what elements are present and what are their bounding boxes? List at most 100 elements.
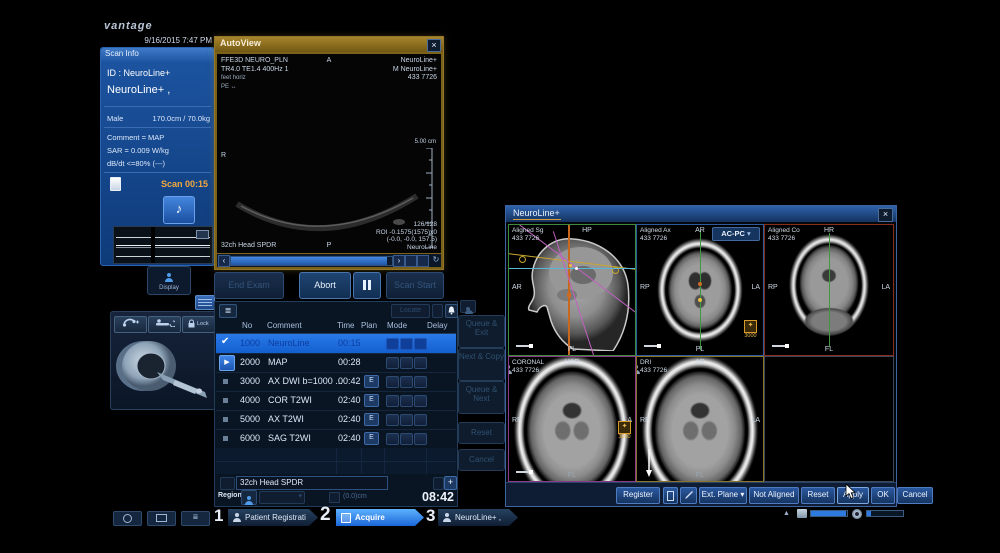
scan-start-button[interactable]: Scan Start xyxy=(386,272,444,299)
mode-icon[interactable] xyxy=(400,433,413,445)
mode-icon[interactable] xyxy=(400,338,413,350)
queue-row[interactable]: 6000 SAG T2WI 02:40 E xyxy=(216,429,456,449)
midline-green[interactable] xyxy=(829,233,830,347)
mode-icon[interactable] xyxy=(400,376,413,388)
line-handle-orange[interactable] xyxy=(567,293,571,297)
pane-aligned-co[interactable]: Aligned Co 433 7726 HR RP LA FL xyxy=(764,224,894,356)
plan-button[interactable]: E xyxy=(364,394,379,407)
status-button-2[interactable] xyxy=(147,511,176,526)
mode-icon[interactable] xyxy=(414,433,427,445)
toolbar-small-button[interactable] xyxy=(432,304,443,318)
view-mode-button[interactable] xyxy=(405,255,417,267)
tray-expand-icon[interactable]: ▲ xyxy=(783,510,790,517)
autoview-image-area[interactable]: FFE3D NEURO_PLN TR4.0 TE1.4 400Hz 1 feet… xyxy=(215,52,443,269)
plan-button[interactable]: E xyxy=(364,432,379,445)
abort-button[interactable]: Abort xyxy=(299,272,351,299)
reset-button[interactable]: Reset xyxy=(801,487,835,504)
queue-row[interactable]: 3000 AX DWI b=1000 ... 00:42 E xyxy=(216,372,456,392)
mode-icon[interactable] xyxy=(386,357,399,369)
region-dropdown[interactable]: ▾ xyxy=(259,491,305,504)
autoview-titlebar[interactable]: AutoView xyxy=(215,37,443,53)
mode-icon[interactable] xyxy=(400,414,413,426)
slice-scroll-arrow[interactable] xyxy=(645,449,653,477)
plan-button[interactable]: E xyxy=(364,413,379,426)
play-icon[interactable]: ▶ xyxy=(219,355,235,371)
bell-button[interactable] xyxy=(445,304,458,318)
add-button[interactable]: + xyxy=(444,476,457,490)
depth-checkbox[interactable] xyxy=(329,492,340,503)
keyboard-icon[interactable] xyxy=(195,295,215,310)
mode-icon[interactable] xyxy=(400,357,413,369)
sort-icon-button[interactable]: ≣ xyxy=(219,304,237,318)
pane-aligned-ax[interactable]: Aligned Ax 433 7726 AC-PC ▾ AR RP LA PL … xyxy=(636,224,764,356)
document-icon[interactable] xyxy=(110,177,121,191)
queue-row[interactable]: 5000 AX T2WI 02:40 E xyxy=(216,410,456,430)
ortho-line-cyan[interactable] xyxy=(509,268,635,269)
mode-icon[interactable] xyxy=(386,395,399,407)
scroll-right-arrow[interactable]: › xyxy=(393,255,405,267)
lock-button[interactable]: Lock xyxy=(182,316,215,333)
pane-empty[interactable] xyxy=(764,356,894,482)
neuroline-close-button[interactable]: × xyxy=(878,208,893,222)
coil-input[interactable]: 32ch Head SPDR xyxy=(236,476,388,490)
reset-button[interactable]: Reset xyxy=(458,422,505,444)
layout-button[interactable] xyxy=(417,255,429,267)
acpc-dropdown[interactable]: AC-PC ▾ xyxy=(712,227,760,241)
mode-icon[interactable] xyxy=(414,338,427,350)
not-aligned-button[interactable]: Not Aligned xyxy=(749,487,799,504)
pane-label: CORONAL xyxy=(512,359,544,367)
tab-acquire[interactable]: Acquire xyxy=(336,509,424,526)
queue-row[interactable]: ▶ 2000 MAP 00:28 xyxy=(216,353,456,373)
end-exam-button[interactable]: End Exam xyxy=(214,272,284,299)
status-button-3[interactable]: ≣ xyxy=(181,511,210,526)
queue-and-exit-button[interactable]: Queue & Exit xyxy=(458,315,505,348)
coil-select-button[interactable] xyxy=(220,477,235,490)
mode-icon[interactable] xyxy=(386,414,399,426)
mode-icon[interactable] xyxy=(400,395,413,407)
plan-button[interactable]: E xyxy=(364,375,379,388)
tab-neuroline[interactable]: NeuroLine+ , xyxy=(438,509,518,526)
coil-button[interactable] xyxy=(114,316,147,333)
autoview-close-button[interactable]: × xyxy=(427,39,441,52)
ext-plane-dropdown[interactable]: Ext. Plane ▾ xyxy=(699,487,747,504)
pc-point[interactable] xyxy=(698,298,702,302)
midline-green[interactable] xyxy=(700,230,701,350)
mode-icon[interactable] xyxy=(386,338,399,350)
status-button-1[interactable] xyxy=(113,511,142,526)
center-marker[interactable] xyxy=(575,267,578,270)
mode-icon[interactable] xyxy=(414,376,427,388)
panel-icon-button[interactable] xyxy=(663,487,678,504)
scroll-thumb[interactable] xyxy=(231,257,387,265)
queue-row[interactable]: 4000 COR T2WI 02:40 E xyxy=(216,391,456,411)
ortho-line-orange[interactable] xyxy=(568,225,570,355)
pane-coronal[interactable]: CORONAL 433 7726 HAR RP LA FL ✦ 3000 xyxy=(508,356,636,482)
music-button[interactable]: ♪ xyxy=(163,196,195,224)
cancel-button[interactable]: Cancel xyxy=(897,487,933,504)
scroll-left-arrow[interactable]: ‹ xyxy=(218,255,230,267)
cancel-button[interactable]: Cancel xyxy=(458,449,505,471)
coil-aux-button[interactable] xyxy=(433,477,444,490)
queue-side-icon[interactable] xyxy=(460,300,476,313)
queue-row-current[interactable]: ✔ 1000 NeuroLine 00:15 xyxy=(216,334,456,354)
mode-icon[interactable] xyxy=(414,414,427,426)
sequence-timeline[interactable] xyxy=(113,226,213,264)
pause-button[interactable] xyxy=(353,272,381,299)
register-button[interactable]: Register xyxy=(616,487,660,504)
next-and-copy-button[interactable]: Next & Copy xyxy=(458,348,505,381)
tab-patient-registration[interactable]: Patient Registration xyxy=(228,509,318,526)
edit-icon-button[interactable] xyxy=(680,487,697,504)
mode-icon[interactable] xyxy=(386,376,399,388)
patient-display-button[interactable]: Display xyxy=(147,266,191,295)
mode-icon[interactable] xyxy=(386,433,399,445)
refresh-icon[interactable]: ↻ xyxy=(431,255,441,265)
region-patient-button[interactable] xyxy=(241,490,257,505)
mode-icon[interactable] xyxy=(414,357,427,369)
queue-and-next-button[interactable]: Queue & Next xyxy=(458,381,505,414)
pane-aligned-sg[interactable]: Aligned Sg 433 7726 HP AR FL xyxy=(508,224,636,356)
ok-button[interactable]: OK xyxy=(871,487,895,504)
locate-button[interactable]: Locate xyxy=(391,304,430,318)
pane-dri[interactable]: DRI 433 7726 AR RP LA FL xyxy=(636,356,764,482)
scroll-track[interactable] xyxy=(230,256,393,266)
couch-button[interactable] xyxy=(148,316,181,333)
mode-icon[interactable] xyxy=(414,395,427,407)
